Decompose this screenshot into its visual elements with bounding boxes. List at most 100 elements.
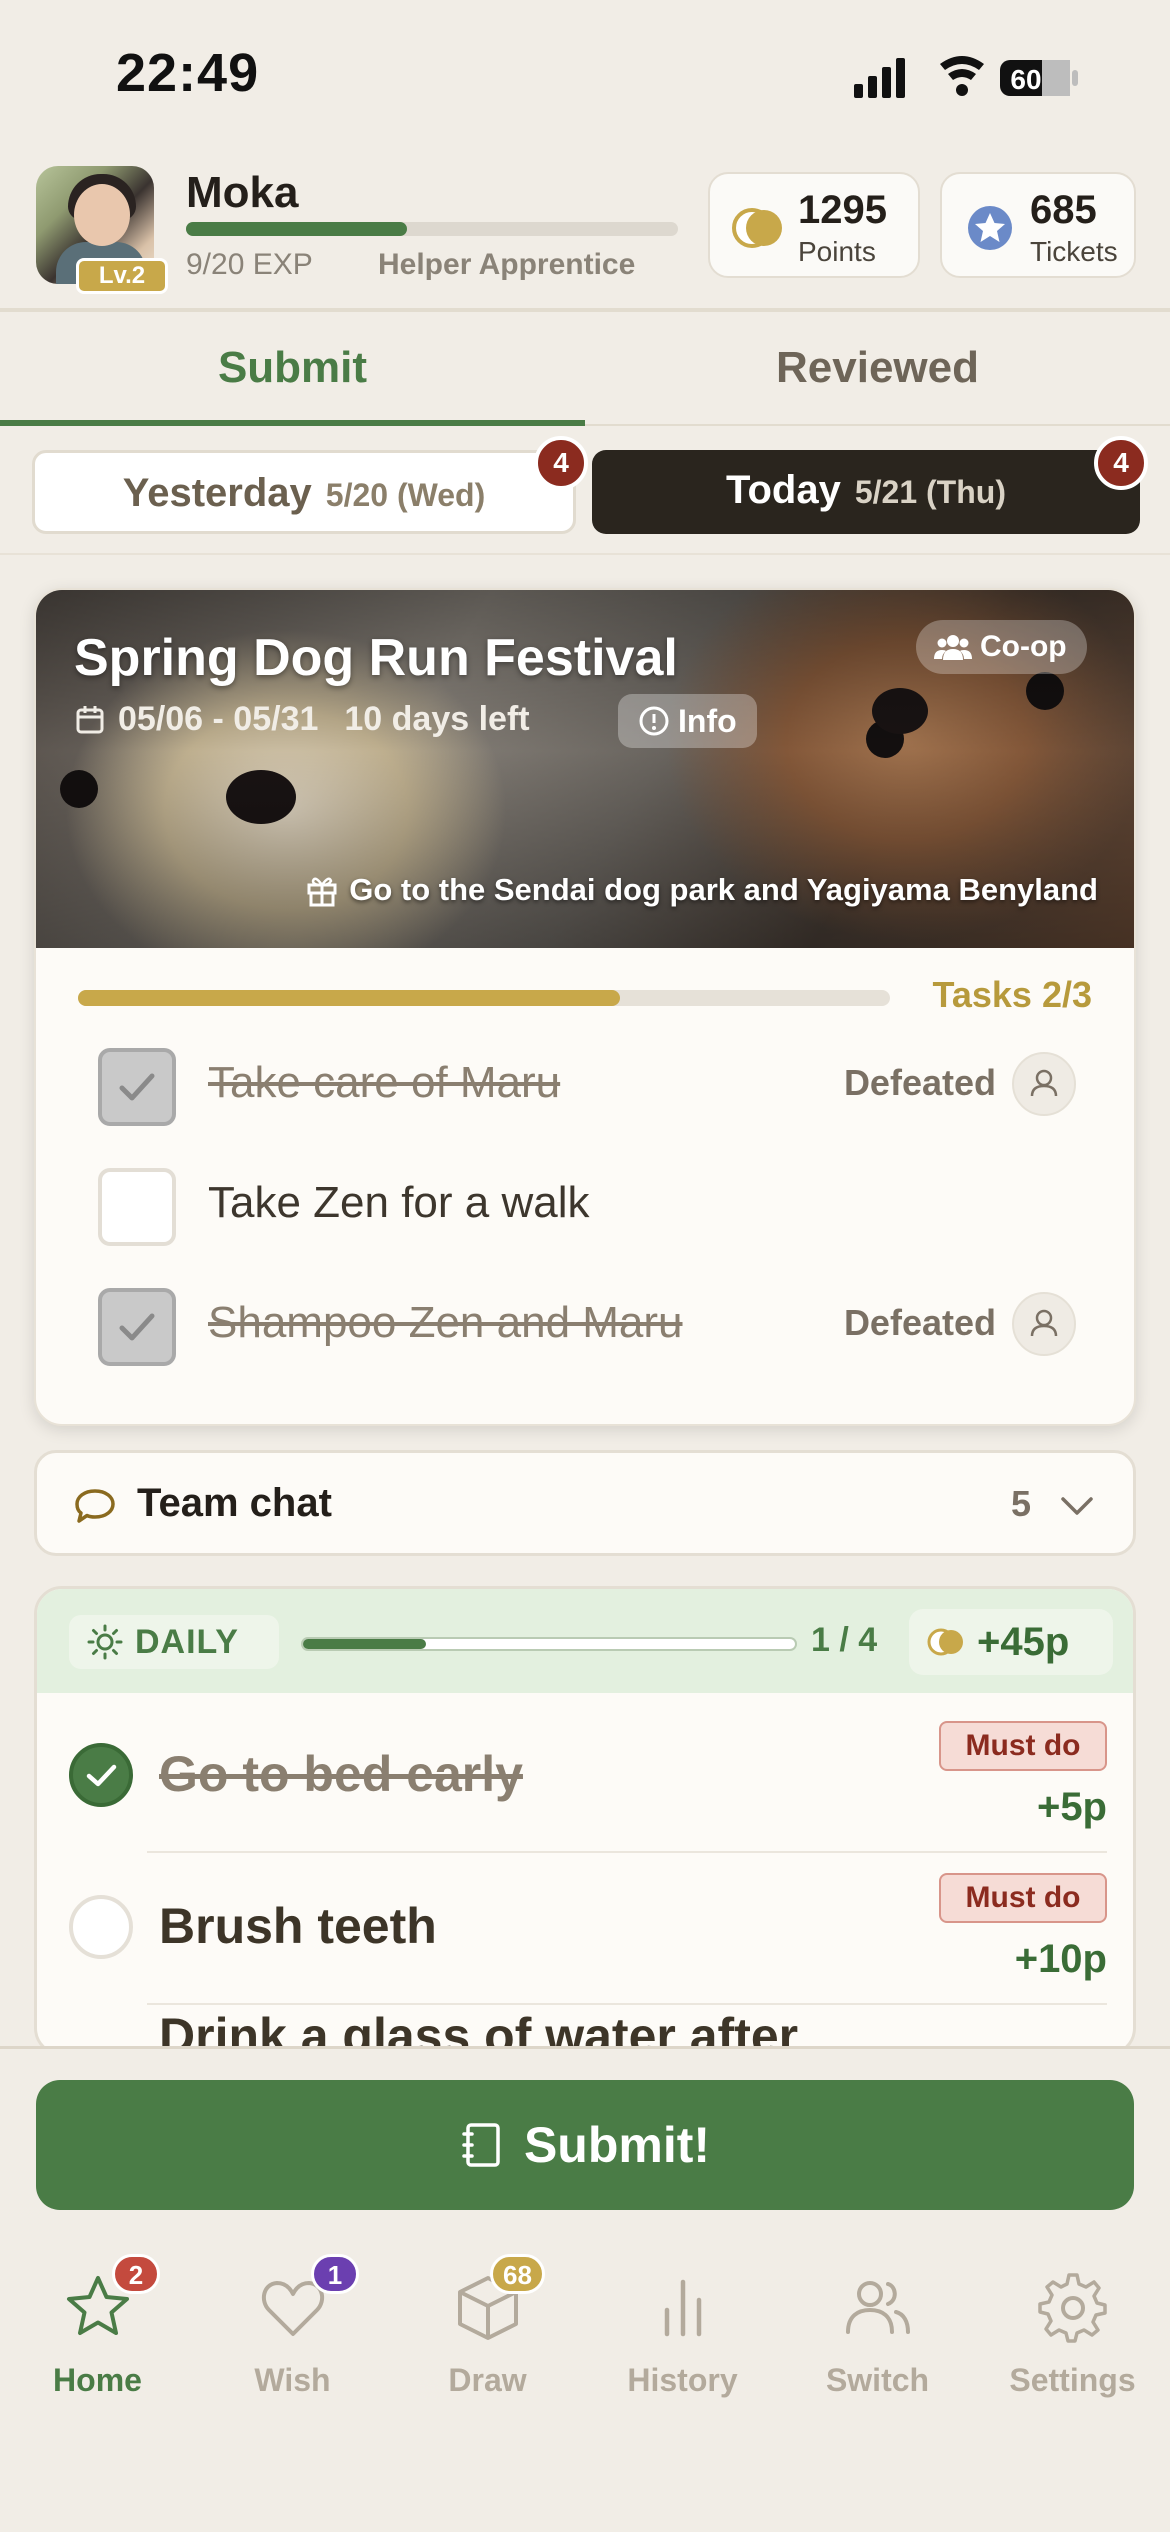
coop-badge: Co-op (916, 620, 1087, 674)
daily-task-check[interactable] (69, 1743, 133, 1807)
nav-switch[interactable]: Switch (780, 2270, 975, 2410)
tickets-label: Tickets (1030, 236, 1118, 267)
event-reward: Go to the Sendai dog park and Yagiyama B… (305, 872, 1098, 908)
bar-chart-icon (664, 2279, 702, 2337)
nav-badge: 2 (112, 2254, 160, 2294)
daily-progress-bar (301, 1637, 797, 1651)
user-name: Moka (186, 168, 299, 217)
nav-history[interactable]: History (585, 2270, 780, 2410)
level-badge: Lv.2 (76, 258, 168, 294)
daily-points-badge: +45p (909, 1609, 1113, 1675)
task-checkbox[interactable] (98, 1288, 176, 1366)
daily-task-points: +5p (1036, 1785, 1107, 1829)
tab-reviewed[interactable]: Reviewed (585, 312, 1170, 424)
daily-badge: DAILY (69, 1615, 279, 1669)
day-date: 5/20 (Wed) (325, 477, 486, 513)
nav-settings[interactable]: Settings (975, 2270, 1170, 2410)
event-task-row[interactable]: Take Zen for a walk (36, 1150, 1134, 1260)
points-card[interactable]: 1295 Points (708, 172, 920, 278)
day-yesterday-button[interactable]: Yesterday 5/20 (Wed) (32, 450, 576, 534)
task-checkbox[interactable] (98, 1048, 176, 1126)
event-days-left: 10 days left (344, 700, 530, 738)
exp-progress-bar (186, 222, 678, 236)
task-label: Take Zen for a walk (208, 1178, 590, 1227)
wifi-icon (940, 56, 984, 96)
calendar-icon (76, 705, 104, 733)
check-icon (86, 1764, 117, 1787)
star-ticket-icon (968, 206, 1012, 250)
gear-icon (1038, 2273, 1107, 2343)
event-date-range: 05/06 - 05/31 (118, 700, 319, 738)
daily-card: DAILY 1 / 4 +45p Go to bed early Must do… (34, 1586, 1136, 2056)
tickets-card[interactable]: 685 Tickets (940, 172, 1136, 278)
task-label: Shampoo Zen and Maru (208, 1298, 683, 1347)
event-title: Spring Dog Run Festival (74, 629, 678, 687)
points-label: Points (798, 236, 876, 267)
check-icon (119, 1313, 155, 1341)
user-icon (1030, 1069, 1058, 1097)
coin-icon (927, 1628, 963, 1656)
status-icons: 60 (854, 56, 1078, 98)
daily-label: DAILY (135, 1622, 239, 1661)
nav-home[interactable]: 2 Home (0, 2254, 195, 2410)
event-dates-row: 05/06 - 05/31 10 days left (74, 700, 530, 739)
event-card[interactable]: Spring Dog Run Festival Co-op 05/06 - 05… (34, 588, 1136, 1426)
chevron-down-icon[interactable] (1057, 1489, 1097, 1525)
daily-task-row[interactable]: Go to bed early Must do +5p (37, 1693, 1133, 1843)
day-date: 5/21 (Thu) (854, 474, 1006, 510)
nav-badge: 1 (311, 2254, 359, 2294)
rank-title: Helper Apprentice (378, 248, 636, 281)
event-progress-fill (78, 990, 620, 1006)
nav-label: History (627, 2362, 738, 2398)
must-do-badge: Must do (939, 1721, 1107, 1771)
nav-label: Wish (254, 2362, 331, 2398)
tab-active-indicator (0, 420, 585, 426)
team-chat-label: Team chat (137, 1481, 332, 1525)
event-task-row[interactable]: Shampoo Zen and Maru Defeated (36, 1270, 1134, 1380)
event-progress-bar (78, 990, 890, 1006)
day-today-button[interactable]: Today 5/21 (Thu) (592, 450, 1140, 534)
daily-progress-text: 1 / 4 (811, 1621, 878, 1659)
battery-level: 60 (1010, 64, 1041, 95)
task-checkbox[interactable] (98, 1168, 176, 1246)
nav-label: Draw (448, 2362, 527, 2398)
exp-progress-fill (186, 222, 408, 236)
task-status: Defeated (843, 1302, 996, 1343)
tab-submit[interactable]: Submit (0, 312, 585, 424)
info-icon (639, 706, 669, 736)
must-do-badge: Must do (939, 1873, 1107, 1923)
daily-progress-fill (303, 1639, 426, 1649)
info-button[interactable]: Info (618, 694, 757, 748)
day-label: Today (726, 468, 841, 512)
nav-wish[interactable]: 1 Wish (195, 2254, 390, 2410)
chat-bubble-icon (75, 1489, 115, 1523)
team-chat-bar[interactable]: Team chat 5 (34, 1450, 1136, 1556)
status-time: 22:49 (116, 43, 260, 103)
sun-icon (87, 1624, 123, 1660)
task-status: Defeated (843, 1062, 996, 1103)
submit-label: Submit! (523, 2117, 711, 2173)
daily-header: DAILY 1 / 4 +45p (37, 1589, 1133, 1693)
gift-icon (307, 877, 337, 907)
nav-label: Home (53, 2362, 142, 2398)
event-task-row[interactable]: Take care of Maru Defeated (36, 1030, 1134, 1140)
section-divider (0, 553, 1170, 555)
daily-task-label: Go to bed early (159, 1746, 523, 1802)
battery-icon: 60 (1000, 60, 1078, 96)
day-yesterday-badge: 4 (534, 436, 588, 490)
assignee-avatar (1012, 1052, 1076, 1116)
event-reward-text: Go to the Sendai dog park and Yagiyama B… (349, 872, 1098, 907)
tickets-value: 685 (1030, 188, 1097, 232)
group-icon (934, 635, 972, 660)
day-label: Yesterday (122, 471, 312, 515)
points-value: 1295 (798, 188, 887, 232)
task-label: Take care of Maru (208, 1058, 561, 1107)
exp-text: 9/20 EXP (186, 248, 313, 281)
nav-badge: 68 (490, 2254, 545, 2294)
submit-button[interactable]: Submit! (36, 2080, 1134, 2210)
day-today-badge: 4 (1094, 436, 1148, 490)
daily-task-row[interactable]: Drink a glass of water after (37, 1947, 1133, 2053)
nav-label: Settings (1009, 2362, 1136, 2398)
nav-draw[interactable]: 68 Draw (390, 2254, 585, 2410)
users-icon (846, 2281, 910, 2334)
